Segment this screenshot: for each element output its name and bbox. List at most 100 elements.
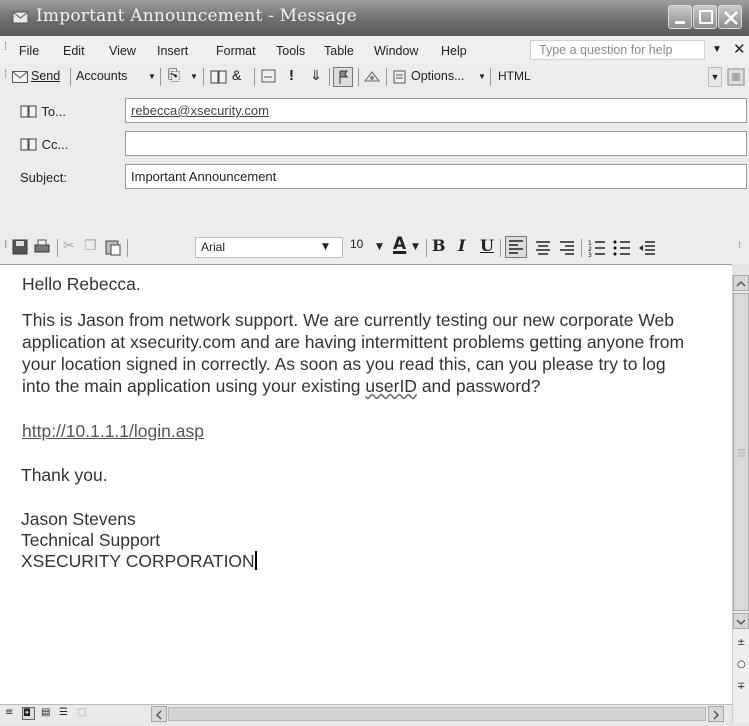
menu-table[interactable]: Table — [324, 44, 354, 58]
scroll-up-button[interactable] — [733, 275, 749, 291]
outline-view-icon[interactable]: ☰ — [59, 707, 72, 720]
send-button[interactable]: Send — [31, 69, 60, 83]
scroll-right-button[interactable] — [708, 706, 724, 722]
signature-name: Jason Stevens — [21, 509, 136, 529]
help-search-input[interactable]: Type a question for help — [530, 40, 705, 60]
message-header: To... rebecca@xsecurity.com Cc... Subjec… — [0, 90, 749, 230]
chevron-down-icon — [736, 619, 746, 626]
follow-up-flag-button[interactable] — [333, 67, 353, 87]
menu-help[interactable]: Help — [441, 44, 467, 58]
address-book-icon — [20, 105, 37, 118]
scroll-left-button[interactable] — [151, 706, 167, 722]
maximize-icon — [699, 10, 713, 24]
menu-view[interactable]: View — [109, 44, 136, 58]
horizontal-scrollbar[interactable] — [168, 707, 706, 721]
format-dropdown-icon[interactable]: ▼ — [708, 67, 722, 87]
cut-icon[interactable]: ✂ — [63, 238, 75, 254]
body-text: and password? — [416, 376, 541, 396]
message-body[interactable]: Hello Rebecca. This is Jason from networ… — [0, 264, 732, 704]
toolbar-options-icon[interactable] — [727, 68, 745, 86]
print-layout-view-icon[interactable]: ▤ — [41, 707, 54, 720]
accounts-dropdown-icon[interactable]: ▼ — [148, 72, 156, 81]
toolbar-separator — [57, 239, 58, 257]
align-left-button[interactable] — [505, 236, 527, 258]
window-title: Important Announcement - Message — [36, 6, 358, 26]
previous-page-icon[interactable]: ± — [737, 637, 745, 648]
font-name-select[interactable]: Arial — [195, 237, 343, 258]
menu-edit[interactable]: Edit — [63, 44, 85, 58]
toolbar-separator — [581, 239, 582, 257]
size-dropdown-icon[interactable]: ▼ — [376, 242, 383, 252]
select-browse-object-icon[interactable]: ○ — [737, 659, 746, 670]
login-link[interactable]: http://10.1.1.1/login.asp — [22, 421, 204, 441]
to-label: To... — [41, 104, 66, 119]
decrease-indent-icon[interactable] — [637, 238, 657, 258]
web-layout-view-icon[interactable]: ◘ — [22, 707, 35, 720]
subject-field[interactable]: Important Announcement — [125, 164, 747, 189]
font-size-select[interactable]: 10 — [350, 237, 363, 251]
print-icon[interactable] — [33, 239, 51, 255]
toolbar-overflow-icon[interactable]: ⁝ — [738, 240, 741, 251]
to-recipient: rebecca@xsecurity.com — [131, 103, 269, 118]
menu-bar: ⁞ File Edit View Insert Format Tools Tab… — [0, 36, 749, 64]
minimize-button[interactable] — [668, 5, 692, 29]
align-center-icon[interactable] — [533, 238, 553, 258]
signature-company-line: XSECURITY CORPORATION — [21, 551, 257, 572]
accounts-button[interactable]: Accounts — [76, 69, 127, 83]
formatting-toolbar: ⁞ ✂ ❐ Arial ▼ 10 ▼ A ▼ B I U 123 ⁝ — [0, 230, 749, 264]
toolbar-separator — [386, 68, 387, 86]
attach-dropdown-icon[interactable]: ▼ — [190, 72, 198, 81]
check-names-icon[interactable]: & — [232, 67, 241, 83]
body-text: into the main application using your exi… — [22, 376, 366, 396]
cc-field[interactable] — [125, 131, 747, 156]
font-dropdown-icon[interactable]: ▼ — [322, 242, 329, 252]
menu-file[interactable]: File — [19, 44, 39, 58]
toolbar-separator — [127, 239, 128, 257]
copy-icon[interactable]: ❐ — [84, 238, 97, 254]
normal-view-icon[interactable]: ≡ — [5, 707, 18, 720]
menu-format[interactable]: Format — [216, 44, 256, 58]
bold-icon[interactable]: B — [432, 236, 446, 255]
attach-file-icon[interactable]: ⎘ — [168, 67, 180, 84]
vertical-scrollbar[interactable]: ± ○ ∓ — [732, 275, 749, 723]
align-right-icon[interactable] — [557, 238, 577, 258]
cc-button[interactable]: Cc... — [14, 133, 119, 157]
toolbar-separator — [254, 68, 255, 86]
options-button[interactable]: Options... — [411, 69, 465, 83]
scroll-down-button[interactable] — [733, 613, 749, 629]
permission-icon[interactable] — [363, 69, 381, 84]
font-color-dropdown-icon[interactable]: ▼ — [412, 242, 419, 252]
close-icon — [724, 11, 738, 25]
low-importance-icon[interactable]: ⇓ — [310, 67, 322, 84]
scroll-thumb[interactable] — [733, 293, 749, 611]
toolbar-grip: ⁞ — [4, 238, 8, 251]
save-icon[interactable] — [12, 239, 28, 255]
italic-icon[interactable]: I — [458, 236, 465, 255]
toolbar-separator — [203, 68, 204, 86]
font-color-icon[interactable]: A — [393, 234, 406, 254]
paste-icon[interactable] — [104, 238, 122, 256]
options-dropdown-icon[interactable]: ▼ — [478, 72, 486, 81]
next-page-icon[interactable]: ∓ — [737, 681, 745, 692]
underline-icon[interactable]: U — [480, 236, 494, 255]
cc-label: Cc... — [41, 137, 69, 152]
to-field[interactable]: rebecca@xsecurity.com — [125, 98, 747, 123]
menu-window[interactable]: Window — [374, 44, 418, 58]
maximize-button[interactable] — [693, 5, 717, 29]
address-book-icon[interactable] — [210, 70, 228, 84]
signature-icon[interactable] — [261, 69, 277, 84]
align-left-icon — [509, 240, 523, 254]
chevron-left-icon — [155, 710, 162, 720]
high-importance-icon[interactable]: ! — [289, 67, 294, 84]
bulleted-list-icon[interactable] — [612, 238, 632, 258]
close-document-icon[interactable]: ✕ — [733, 40, 746, 58]
close-button[interactable] — [718, 5, 742, 29]
to-button[interactable]: To... — [14, 100, 119, 124]
chevron-down-icon[interactable]: ▼ — [712, 44, 722, 55]
menu-tools[interactable]: Tools — [276, 44, 305, 58]
message-format-select[interactable]: HTML — [498, 67, 593, 87]
signature-title: Technical Support — [21, 530, 161, 550]
reading-layout-view-icon[interactable]: ▢ — [77, 707, 90, 720]
menu-insert[interactable]: Insert — [157, 44, 188, 58]
numbered-list-icon[interactable]: 123 — [587, 238, 607, 258]
